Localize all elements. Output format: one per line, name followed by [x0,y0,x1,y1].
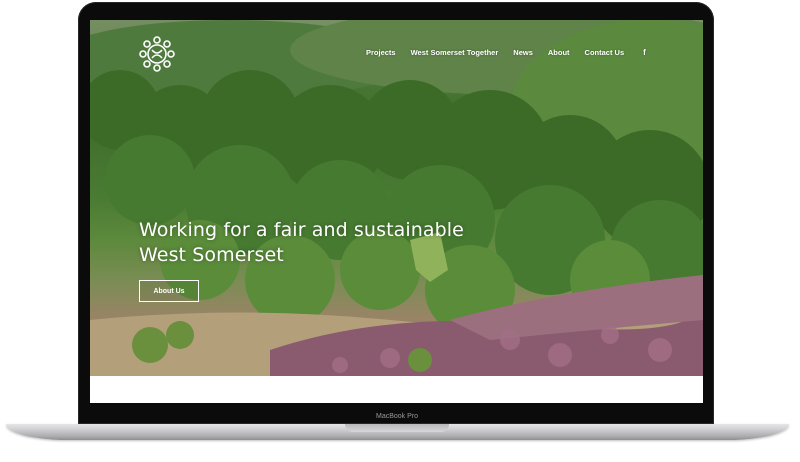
hero-landscape-image [90,20,703,376]
nav-item-news[interactable]: News [513,48,533,57]
hero-headline-line-2: West Somerset [139,244,284,266]
laptop-base-notch [345,424,449,432]
nav-item-about[interactable]: About [548,48,570,57]
device-model-label: MacBook Pro [375,413,419,420]
laptop-screen: Projects West Somerset Together News Abo… [90,20,703,403]
hero-banner: Projects West Somerset Together News Abo… [90,20,703,376]
site-logo[interactable] [139,36,175,72]
nav-item-projects[interactable]: Projects [366,48,396,57]
facebook-icon[interactable]: f [643,48,646,57]
west-somerset-logo-icon [139,36,175,72]
main-navigation: Projects West Somerset Together News Abo… [366,48,646,57]
hero-headline: Working for a fair and sustainable West … [139,218,499,268]
device-mockup: Projects West Somerset Together News Abo… [0,0,800,462]
content-area-start [90,376,703,403]
nav-item-contact-us[interactable]: Contact Us [585,48,625,57]
hero-headline-line-1: Working for a fair and sustainable [139,219,464,241]
about-us-button[interactable]: About Us [139,280,199,302]
nav-item-west-somerset-together[interactable]: West Somerset Together [411,48,499,57]
